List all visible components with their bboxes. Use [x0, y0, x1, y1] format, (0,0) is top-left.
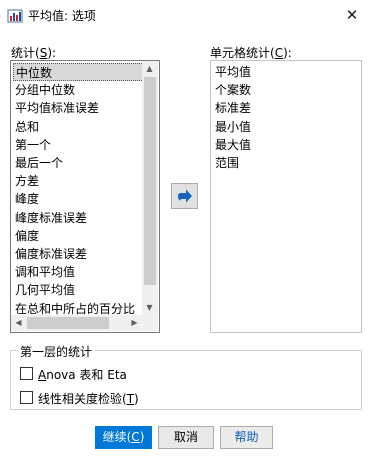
scroll-right-icon[interactable]: ▶ — [127, 315, 142, 330]
scroll-up-icon[interactable]: ▲ — [142, 61, 157, 76]
title-bar: 平均值: 选项 ✕ — [0, 0, 373, 30]
statistics-list-item[interactable]: 总和 — [13, 118, 39, 136]
statistics-list[interactable]: 中位数 分组中位数 平均值标准误差 总和 第一个 最后一个 方差 峰度 峰度标准误差 偏度 偏度标准… — [10, 60, 160, 333]
vertical-scroll-thumb[interactable] — [144, 77, 156, 285]
close-button[interactable]: ✕ — [340, 4, 364, 26]
continue-button[interactable]: 继续(C) — [95, 426, 152, 449]
statistics-list-item[interactable]: 调和平均值 — [13, 263, 75, 281]
scroll-down-icon[interactable]: ▼ — [142, 300, 157, 315]
linearity-label[interactable]: 线性相关度检验(T) — [38, 390, 139, 407]
statistics-list-item[interactable]: 平均值标准误差 — [13, 99, 99, 117]
statistics-vertical-scrollbar[interactable]: ▲ ▼ — [142, 61, 158, 315]
statistics-list-item[interactable]: 峰度标准误差 — [13, 209, 87, 227]
cell-statistics-list-item[interactable]: 标准差 — [213, 99, 251, 117]
linearity-checkbox[interactable] — [20, 391, 33, 404]
anova-checkbox[interactable] — [20, 367, 33, 380]
statistics-list-item[interactable]: 方差 — [13, 172, 39, 190]
arrow-right-icon — [178, 189, 192, 203]
statistics-list-item[interactable]: 偏度 — [13, 227, 39, 245]
horizontal-scroll-thumb[interactable] — [27, 317, 109, 329]
cell-statistics-list-item[interactable]: 最大值 — [213, 136, 251, 154]
cell-statistics-list-item[interactable]: 范围 — [213, 154, 239, 172]
scroll-left-icon[interactable]: ◀ — [11, 315, 26, 330]
cell-statistics-list-item[interactable]: 个案数 — [213, 81, 251, 99]
cell-statistics-list-item[interactable]: 最小值 — [213, 118, 251, 136]
statistics-list-item[interactable]: 中位数 — [13, 63, 148, 81]
statistics-horizontal-scrollbar[interactable]: ◀ ▶ — [11, 315, 142, 331]
statistics-list-item[interactable]: 偏度标准误差 — [13, 245, 87, 263]
first-layer-title: 第一层的统计 — [18, 343, 95, 360]
help-button[interactable]: 帮助 — [220, 426, 273, 449]
cancel-button[interactable]: 取消 — [158, 426, 214, 449]
statistics-list-item[interactable]: 最后一个 — [13, 154, 63, 172]
close-icon: ✕ — [345, 6, 359, 24]
statistics-list-item[interactable]: 峰度 — [13, 190, 39, 208]
cell-statistics-list-item[interactable]: 平均值 — [213, 63, 251, 81]
anova-label[interactable]: Anova 表和 Eta — [38, 366, 127, 383]
move-right-button[interactable] — [171, 183, 198, 209]
cell-statistics-label: 单元格统计(C): — [210, 46, 292, 60]
cell-statistics-list[interactable]: 平均值 个案数 标准差 最小值 最大值 范围 — [210, 60, 362, 333]
statistics-list-item[interactable]: 几何平均值 — [13, 281, 75, 299]
statistics-label: 统计(S): — [11, 46, 57, 60]
statistics-list-item[interactable]: 第一个 — [13, 136, 51, 154]
window-title: 平均值: 选项 — [28, 9, 96, 23]
scrollbar-corner — [142, 315, 158, 331]
app-icon — [7, 9, 23, 23]
statistics-list-item[interactable]: 分组中位数 — [13, 81, 75, 99]
